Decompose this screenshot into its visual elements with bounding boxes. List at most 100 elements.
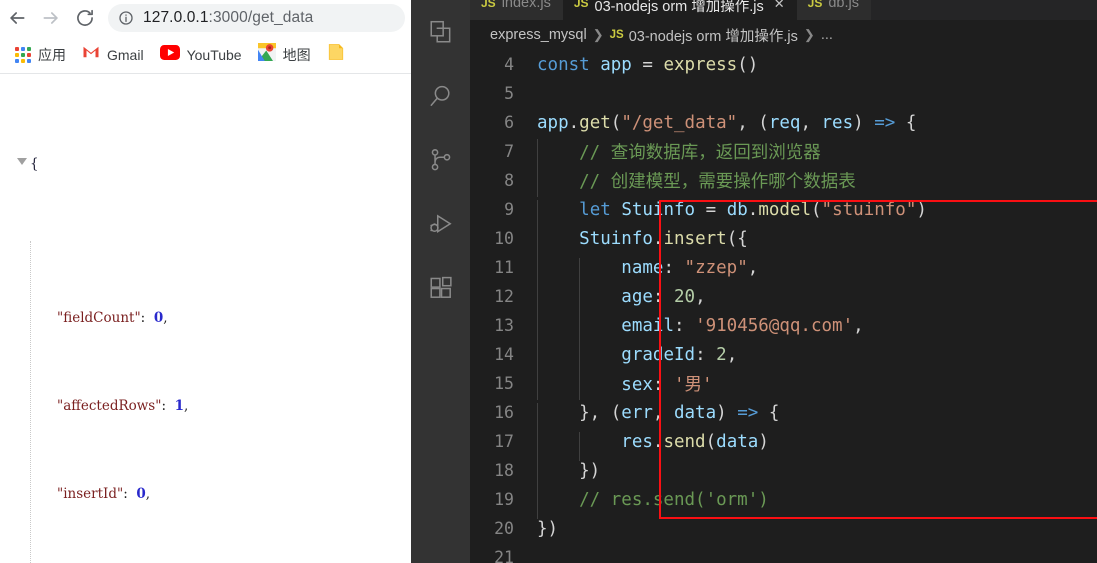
code-line[interactable]: 6 app.get("/get_data", (req, res) => { [470,108,1097,137]
json-entry: "fieldCount": 0, [57,307,411,329]
tab-label: db.js [828,0,859,11]
activity-item-search[interactable] [411,64,470,128]
code-line[interactable]: 7 // 查询数据库，返回到浏览器 [470,137,1097,168]
code-token: , [853,315,864,336]
bookmark-folder[interactable] [320,42,352,68]
bookmark-youtube[interactable]: YouTube [153,42,249,68]
breadcrumb-more[interactable]: ... [821,27,833,43]
line-number: 9 [504,200,514,219]
code-token: ) [758,431,769,452]
line-number: 8 [504,171,514,190]
bookmark-label: 应用 [38,46,66,63]
activity-bar [411,0,470,563]
code-line[interactable]: 11 name: "zzep", [470,253,1097,287]
code-line[interactable]: 8 // 创建模型，需要操作哪个数据表 [470,166,1097,197]
bookmark-label: Gmail [107,46,144,63]
json-key: "fieldCount" [57,310,141,326]
line-number: 12 [494,287,514,306]
breadcrumb-folder[interactable]: express_mysql [490,27,587,43]
code-text: const app = express() [537,55,758,75]
reload-button[interactable] [68,1,102,35]
tab-label: index.js [501,0,551,11]
code-token: res [821,112,854,133]
code-text: // 查询数据库，返回到浏览器 [537,139,821,168]
code-line[interactable]: 19 // res.send('orm') [470,485,1097,519]
indent-guide [579,315,580,345]
code-token: req [768,112,801,133]
code-token: . [652,431,664,452]
address-bar[interactable]: 127.0.0.1:3000/get_data [108,4,405,32]
indent-guide [537,371,538,400]
code-token: , [726,344,738,365]
triangle-down-icon[interactable] [14,153,30,165]
code-line[interactable]: 13 email: '910456@qq.com', [470,311,1097,345]
site-info-icon[interactable] [118,10,134,26]
code-line[interactable]: 15 sex: '男' [470,369,1097,400]
code-line[interactable]: 17 res.send(data) [470,427,1097,461]
indent-guide [537,431,538,461]
close-icon[interactable]: ✕ [774,0,785,12]
activity-item-run-debug[interactable] [411,192,470,256]
code-line[interactable]: 9 let Stuinfo = db.model("stuinfo") [470,195,1097,229]
json-entry: "insertId": 0, [57,483,411,505]
code-text: age: 20, [537,286,706,316]
code-line[interactable]: 14 gradeId: 2, [470,340,1097,374]
bookmark-gmail[interactable]: Gmail [75,42,151,68]
code-text: let Stuinfo = db.model("stuinfo") [537,199,927,229]
code-token: data [716,431,759,452]
code-token: ({ [726,228,748,249]
activity-item-extensions[interactable] [411,256,470,320]
code-line[interactable]: 5 [470,79,1097,108]
code-token: age [621,286,653,307]
code-line[interactable]: 18 }) [470,456,1097,490]
code-token: ( [610,112,622,133]
screen: 127.0.0.1:3000/get_data 应用 Gmail YouTube… [0,0,1097,563]
line-number: 13 [494,316,514,335]
code-token: . [747,199,759,220]
code-token: db [726,199,748,220]
code-text: name: "zzep", [537,257,759,287]
bookmark-label: 地图 [282,46,311,63]
code-line[interactable]: 10 Stuinfo.insert({ [470,224,1097,258]
code-line[interactable]: 20}) [470,514,1097,543]
forward-button[interactable] [34,1,68,35]
code-text: app.get("/get_data", (req, res) => { [537,113,916,133]
bookmark-apps[interactable]: 应用 [8,42,73,68]
code-token: // 创建模型，需要操作哪个数据表 [537,172,856,192]
json-entry: "affectedRows": 1, [57,395,411,417]
code-editor[interactable]: 4 const app = express() 5 6 app.get("/get_da… [470,50,1097,563]
code-text: // 创建模型，需要操作哪个数据表 [537,168,856,197]
breadcrumb-file[interactable]: 03-nodejs orm 增加操作.js [629,25,798,46]
extensions-icon [429,276,452,298]
browser-window: 127.0.0.1:3000/get_data 应用 Gmail YouTube… [0,0,411,563]
back-button[interactable] [0,1,34,35]
editor-tab-index-js[interactable]: JS index.js [470,0,563,20]
line-number: 20 [494,519,514,538]
line-number: 10 [494,229,514,248]
code-token: "/get_data" [621,112,738,133]
youtube-icon [159,44,180,65]
activity-item-explorer[interactable] [411,0,470,64]
code-line[interactable]: 4 const app = express() [470,50,1097,79]
code-token: , [747,257,759,278]
js-file-icon: JS [573,0,589,10]
code-token: let [579,199,622,220]
line-number: 21 [494,548,514,563]
indent-guide [537,315,538,345]
editor-tab-active[interactable]: JS 03-nodejs orm 增加操作.js ✕ [562,0,797,20]
code-token: 20 [673,286,696,307]
line-number: 15 [494,374,514,393]
code-line[interactable]: 21 [470,543,1097,563]
code-line[interactable]: 12 age: 20, [470,282,1097,316]
editor-tab-db-js[interactable]: JS db.js [796,0,871,20]
code-token: , [652,402,674,423]
line-number: 14 [494,345,514,364]
code-token: . [652,228,664,249]
json-value: 1 [174,398,185,414]
gmail-icon [82,45,100,64]
bookmark-maps[interactable]: 地图 [251,42,318,68]
code-line[interactable]: 16 }, (err, data) => { [470,398,1097,432]
activity-item-source-control[interactable] [411,128,470,192]
address-bar-text: 127.0.0.1:3000/get_data [143,9,313,27]
